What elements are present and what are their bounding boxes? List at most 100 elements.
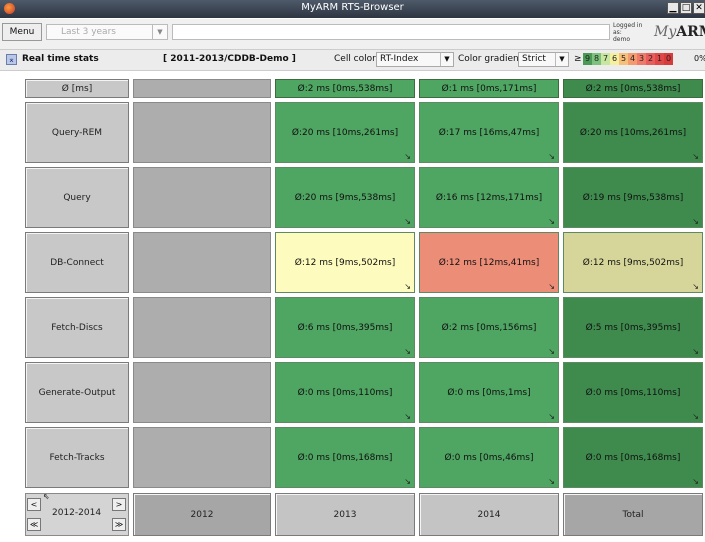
stat-value: Ø:17 ms [16ms,47ms] [438, 127, 540, 138]
row-header[interactable]: Generate-Output [25, 362, 129, 423]
realtime-stats-label: Real time stats [22, 54, 99, 64]
stat-cell[interactable]: Ø:12 ms [12ms,41ms] ↘ [419, 232, 559, 293]
period-navigator: < ≪ > ≫ ⇖ 2012-2014 [25, 492, 129, 536]
column-footer-0[interactable]: 2012 [133, 493, 271, 536]
percent-label: 0% [694, 54, 705, 63]
drilldown-icon[interactable]: ↘ [692, 412, 699, 421]
drilldown-icon[interactable]: ↘ [404, 217, 411, 226]
stat-cell[interactable]: Ø:6 ms [0ms,395ms] ↘ [275, 297, 415, 358]
drilldown-icon[interactable]: ↘ [404, 282, 411, 291]
column-footer-2[interactable]: 2014 [419, 493, 559, 536]
unit-header: Ø [ms] [25, 79, 129, 98]
login-label: Logged in as: [613, 22, 643, 36]
color-gradient-value: Strict [522, 54, 546, 64]
stat-cell[interactable]: Ø:2 ms [0ms,156ms] ↘ [419, 297, 559, 358]
drilldown-icon[interactable]: ↘ [404, 477, 411, 486]
login-user: demo [613, 36, 631, 43]
stat-value: Ø:6 ms [0ms,395ms] [297, 322, 393, 333]
column-average-0: Ø:2 ms [0ms,538ms] [275, 79, 415, 98]
stat-cell[interactable]: Ø:19 ms [9ms,538ms] ↘ [563, 167, 703, 228]
drilldown-icon[interactable]: ↘ [548, 217, 555, 226]
drilldown-icon[interactable]: ↘ [548, 412, 555, 421]
stat-value: Ø:12 ms [9ms,502ms] [582, 257, 684, 268]
row-header[interactable]: DB-Connect [25, 232, 129, 293]
greater-equal-symbol: ≥ [574, 54, 582, 64]
context-label: [ 2011-2013/CDDB-Demo ] [163, 54, 296, 64]
drilldown-icon[interactable]: ↘ [548, 282, 555, 291]
search-input[interactable] [172, 24, 610, 40]
drilldown-icon[interactable]: ↘ [404, 152, 411, 161]
close-button[interactable]: ✕ [693, 2, 705, 14]
column-footer-1[interactable]: 2013 [275, 493, 415, 536]
chevron-down-icon[interactable]: ▼ [440, 53, 453, 66]
myarm-logo: MyARM [654, 24, 705, 40]
legend-swatch-5: 5 [619, 53, 628, 65]
drilldown-icon[interactable]: ↘ [692, 347, 699, 356]
stat-value: Ø:0 ms [0ms,110ms] [297, 387, 393, 398]
chevron-down-icon[interactable]: ▼ [152, 25, 167, 39]
stat-cell[interactable]: Ø:12 ms [9ms,502ms] ↘ [275, 232, 415, 293]
stat-cell[interactable]: Ø:0 ms [0ms,1ms] ↘ [419, 362, 559, 423]
drilldown-icon[interactable]: ↘ [548, 477, 555, 486]
stat-cell[interactable]: Ø:0 ms [0ms,168ms] ↘ [275, 427, 415, 488]
realtime-icon[interactable]: ⌅ [6, 54, 17, 65]
drilldown-icon[interactable]: ↘ [692, 152, 699, 161]
column-average-2: Ø:2 ms [0ms,538ms] [563, 79, 703, 98]
empty-cell-2012 [133, 297, 271, 358]
stat-cell[interactable]: Ø:12 ms [9ms,502ms] ↘ [563, 232, 703, 293]
window-title: MyARM RTS-Browser [301, 2, 404, 13]
maximize-button[interactable]: □ [680, 2, 692, 14]
menu-button[interactable]: Menu [2, 23, 42, 41]
stat-value: Ø:12 ms [12ms,41ms] [438, 257, 540, 268]
stat-cell[interactable]: Ø:17 ms [16ms,47ms] ↘ [419, 102, 559, 163]
drilldown-icon[interactable]: ↘ [692, 217, 699, 226]
column-average-1: Ø:1 ms [0ms,171ms] [419, 79, 559, 98]
empty-cell-2012 [133, 102, 271, 163]
chevron-down-icon[interactable]: ▼ [555, 53, 568, 66]
row-header[interactable]: Query-REM [25, 102, 129, 163]
legend-swatch-8: 8 [592, 53, 601, 65]
stat-value: Ø:0 ms [0ms,1ms] [447, 387, 531, 398]
stat-value: Ø:0 ms [0ms,46ms] [444, 452, 534, 463]
stat-value: Ø:20 ms [10ms,261ms] [579, 127, 687, 138]
drilldown-icon[interactable]: ↘ [548, 152, 555, 161]
stat-value: Ø:5 ms [0ms,395ms] [585, 322, 681, 333]
last-button[interactable]: ≫ [112, 518, 126, 531]
login-info: Logged in as: demo [613, 22, 651, 44]
stat-cell[interactable]: Ø:20 ms [10ms,261ms] ↘ [275, 102, 415, 163]
stat-cell[interactable]: Ø:0 ms [0ms,168ms] ↘ [563, 427, 703, 488]
stat-cell[interactable]: Ø:0 ms [0ms,110ms] ↘ [275, 362, 415, 423]
legend-swatch-0: 0 [664, 53, 673, 65]
stat-value: Ø:0 ms [0ms,168ms] [585, 452, 681, 463]
legend-swatch-2: 2 [646, 53, 655, 65]
minimize-button[interactable]: ▁ [667, 2, 679, 14]
period-select-value: Last 3 years [61, 27, 116, 37]
next-button[interactable]: > [112, 498, 126, 511]
logo-suffix: ARM [676, 24, 705, 40]
color-gradient-select[interactable]: Strict ▼ [518, 52, 569, 67]
empty-cell-2012 [133, 362, 271, 423]
stat-cell[interactable]: Ø:20 ms [9ms,538ms] ↘ [275, 167, 415, 228]
column-footer-3[interactable]: Total [563, 493, 703, 536]
stat-cell[interactable]: Ø:16 ms [12ms,171ms] ↘ [419, 167, 559, 228]
drilldown-icon[interactable]: ↘ [404, 412, 411, 421]
drilldown-icon[interactable]: ↘ [404, 347, 411, 356]
stat-cell[interactable]: Ø:0 ms [0ms,46ms] ↘ [419, 427, 559, 488]
stat-cell[interactable]: Ø:20 ms [10ms,261ms] ↘ [563, 102, 703, 163]
stat-cell[interactable]: Ø:5 ms [0ms,395ms] ↘ [563, 297, 703, 358]
row-header[interactable]: Fetch-Discs [25, 297, 129, 358]
row-header[interactable]: Fetch-Tracks [25, 427, 129, 488]
row-header[interactable]: Query [25, 167, 129, 228]
stat-cell[interactable]: Ø:0 ms [0ms,110ms] ↘ [563, 362, 703, 423]
prev-button[interactable]: < [27, 498, 41, 511]
legend-swatch-3: 3 [637, 53, 646, 65]
stat-value: Ø:2 ms [0ms,156ms] [441, 322, 537, 333]
drilldown-icon[interactable]: ↘ [692, 282, 699, 291]
legend-swatch-9: 9 [583, 53, 592, 65]
drilldown-icon[interactable]: ↘ [548, 347, 555, 356]
cell-color-label: Cell color [334, 54, 376, 64]
drilldown-icon[interactable]: ↘ [692, 477, 699, 486]
period-select[interactable]: Last 3 years ▼ [46, 24, 168, 40]
cell-color-select[interactable]: RT-Index ▼ [376, 52, 454, 67]
first-button[interactable]: ≪ [27, 518, 41, 531]
